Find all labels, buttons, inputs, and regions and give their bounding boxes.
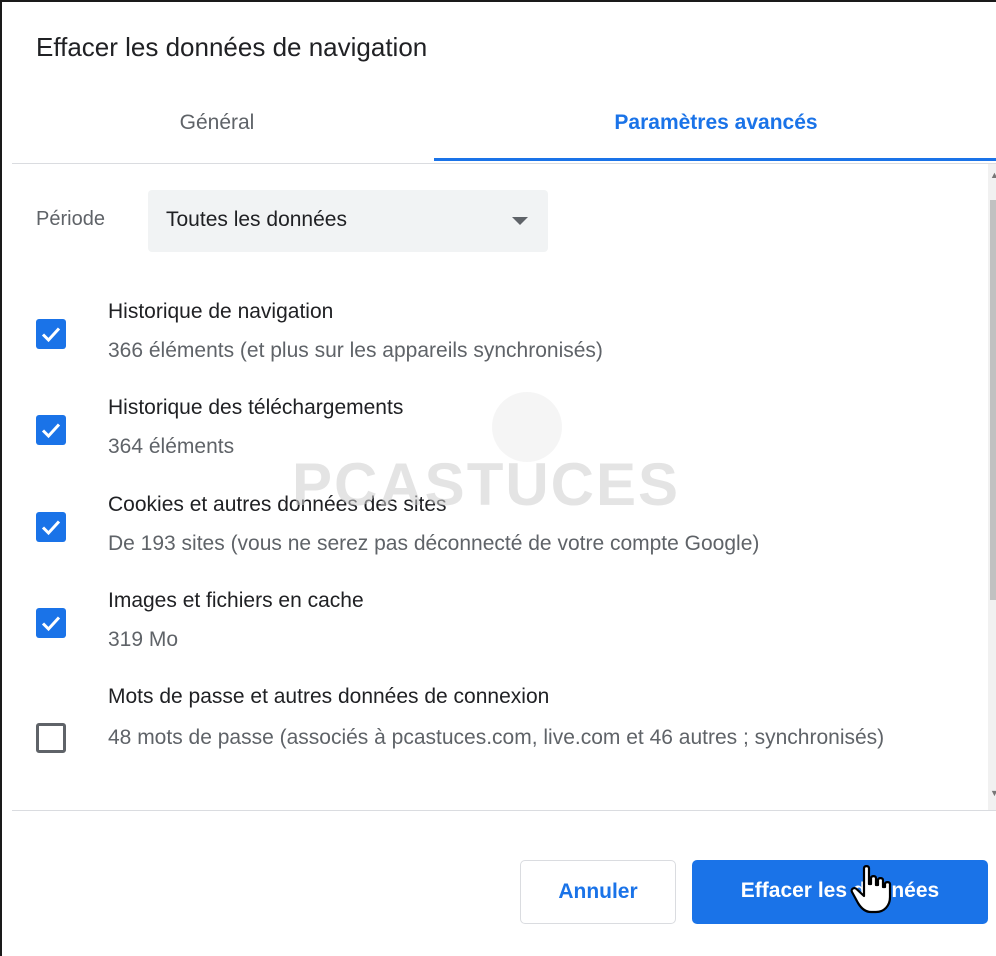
advanced-settings-panel: Période Toutes les données Historique de… (2, 164, 988, 810)
check-icon (41, 327, 61, 343)
checkbox-cookies[interactable] (36, 512, 66, 542)
check-icon (41, 616, 61, 632)
caret-down-icon (512, 217, 528, 225)
clear-data-button[interactable]: Effacer les données (692, 860, 988, 924)
item-title: Cookies et autres données des sites (108, 493, 447, 516)
item-title: Historique de navigation (108, 300, 334, 323)
clear-browsing-data-dialog: Effacer les données de navigation Généra… (0, 0, 996, 956)
period-label: Période (36, 208, 105, 230)
scrollbar-thumb[interactable] (990, 200, 996, 600)
checkbox-download-history[interactable] (36, 415, 66, 445)
check-icon (41, 520, 61, 536)
item-description: 366 éléments (et plus sur les appareils … (108, 339, 603, 362)
cancel-button[interactable]: Annuler (520, 860, 676, 924)
item-description: 319 Mo (108, 628, 179, 651)
item-description: De 193 sites (vous ne serez pas déconnec… (108, 532, 760, 555)
tab-general[interactable]: Général (2, 90, 432, 162)
hand-pointer-icon (850, 865, 892, 914)
tab-advanced[interactable]: Paramètres avancés (434, 90, 996, 162)
tab-bar: Général Paramètres avancés (2, 90, 996, 164)
active-tab-indicator (434, 158, 996, 161)
item-title: Images et fichiers en cache (108, 589, 364, 612)
checkbox-passwords[interactable] (36, 723, 66, 753)
item-description: 48 mots de passe (associés à pcastuces.c… (108, 726, 885, 749)
scroll-up-arrow-icon[interactable]: ▲ (990, 170, 996, 180)
footer-divider (12, 810, 996, 811)
check-icon (41, 423, 61, 439)
period-select-value: Toutes les données (166, 208, 347, 231)
item-description: 364 éléments (108, 435, 235, 458)
period-select[interactable]: Toutes les données (148, 190, 548, 252)
dialog-title: Effacer les données de navigation (36, 32, 428, 62)
scroll-down-arrow-icon[interactable]: ▼ (990, 788, 996, 798)
item-title: Historique des téléchargements (108, 396, 404, 419)
checkbox-cached-images[interactable] (36, 608, 66, 638)
item-title: Mots de passe et autres données de conne… (108, 685, 550, 708)
checkbox-browsing-history[interactable] (36, 319, 66, 349)
